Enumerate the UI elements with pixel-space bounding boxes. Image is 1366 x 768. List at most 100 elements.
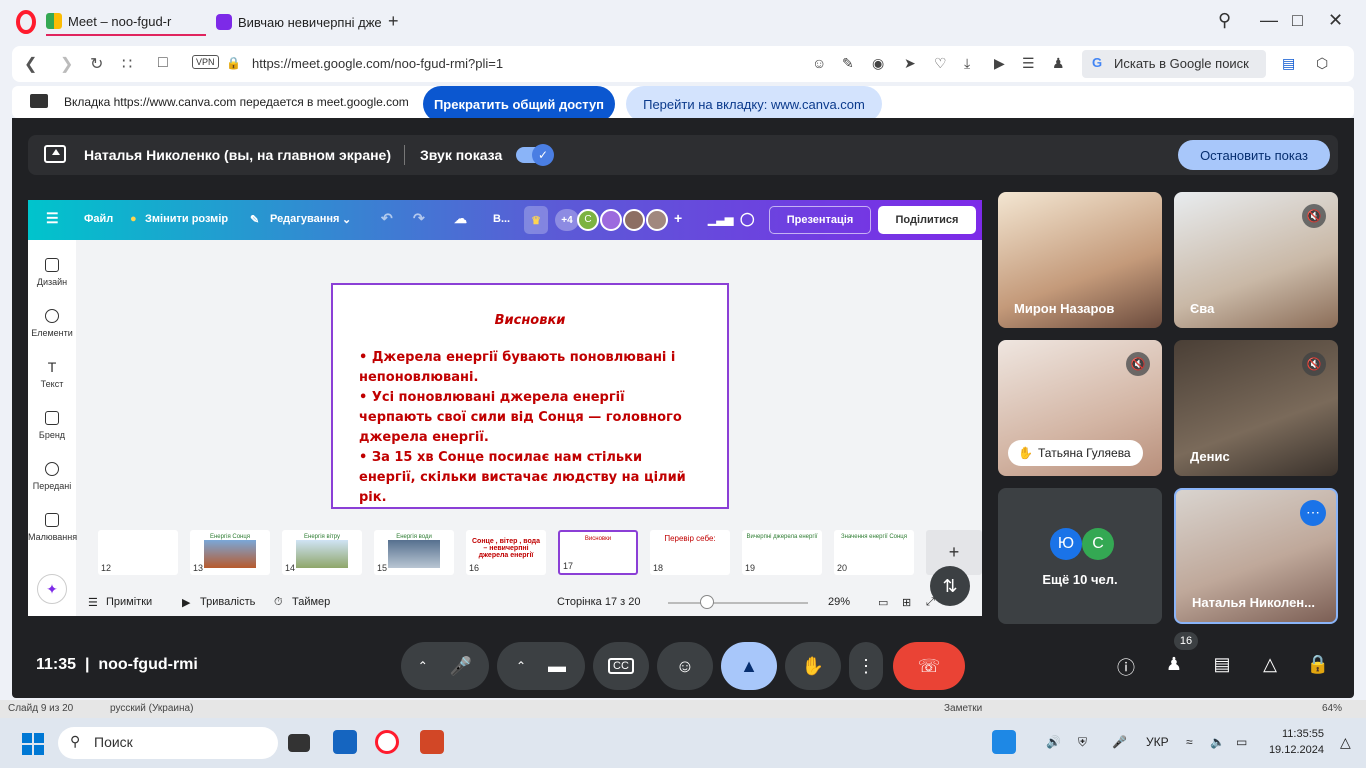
design-title[interactable]: В... [493, 213, 510, 225]
page-view-icon[interactable]: ▭ [878, 596, 888, 609]
present-button[interactable]: Презентація [769, 206, 871, 234]
magic-sparkle-icon[interactable]: ✦ [37, 574, 67, 604]
leave-call-button[interactable]: ☏ [893, 642, 965, 690]
grid-view-icon[interactable]: ⊞ [902, 596, 911, 609]
vpn-badge[interactable]: VPN [192, 55, 219, 69]
more-options-icon[interactable]: ⋯ [1300, 500, 1326, 526]
tab-meet[interactable]: Meet – noo-fgud-r [46, 8, 206, 36]
heart-icon[interactable]: ♡ [934, 55, 947, 72]
tabs-grid-icon[interactable]: ∷ [122, 54, 132, 74]
lock-icon[interactable]: 🔒 [226, 56, 241, 70]
slide-thumbnail[interactable]: Енергія Сонця 13 [190, 530, 270, 575]
profile-icon[interactable]: ♟ [1052, 55, 1065, 72]
menu-icon[interactable]: ☰ [46, 210, 59, 227]
notes-icon[interactable]: ☰ [88, 596, 98, 609]
minimize-icon[interactable]: — [1260, 10, 1278, 31]
participant-tile[interactable]: Мирон Назаров [998, 192, 1162, 328]
camera-control[interactable]: ⌃ ▬ [497, 642, 585, 690]
comment-icon[interactable]: ◯ [740, 211, 755, 227]
cloud-icon[interactable]: ☁ [454, 211, 467, 227]
keyboard-language[interactable]: УКР [1146, 735, 1169, 749]
present-now-button[interactable]: ▲ [721, 642, 777, 690]
file-menu[interactable]: Файл [84, 213, 113, 225]
duration-button[interactable]: Тривалість [200, 596, 255, 608]
edit-menu[interactable]: Редагування [270, 213, 339, 225]
info-icon[interactable]: ⓘ [1114, 654, 1138, 678]
microphone-tray-icon[interactable]: 🎤 [1112, 735, 1127, 749]
opera-taskbar-icon[interactable] [375, 730, 399, 754]
timer-button[interactable]: Таймер [292, 596, 330, 608]
timer-icon[interactable]: ⏱ [274, 596, 283, 609]
new-tab-icon[interactable]: + [388, 11, 399, 32]
back-icon[interactable]: ❮ [24, 54, 37, 74]
analytics-icon[interactable]: ▁▃▅ [708, 213, 733, 226]
speaker-icon[interactable]: 🔈 [1210, 735, 1225, 749]
stop-presenting-button[interactable]: Остановить показ [1178, 140, 1330, 170]
slide-thumbnail-active[interactable]: Висновки 17 [558, 530, 638, 575]
zoom-level[interactable]: 29% [828, 596, 850, 608]
settings-icon[interactable]: ☰ [1022, 55, 1035, 72]
go-to-tab-button[interactable]: Перейти на вкладку: www.canva.com [626, 86, 882, 122]
sidebar-item-elements[interactable]: Елементи [28, 309, 76, 338]
add-collaborator-icon[interactable]: + [674, 210, 682, 226]
player-icon[interactable]: ▶ [994, 55, 1005, 72]
tab-canva[interactable]: Вивчаю невичерпні дже [216, 8, 386, 36]
system-clock[interactable]: 11:35:55 19.12.2024 [1266, 726, 1324, 758]
stop-sharing-button[interactable]: Прекратить общий доступ [423, 86, 615, 122]
collaborators-count[interactable]: +4 [555, 209, 579, 231]
powerpoint-icon[interactable] [420, 730, 444, 754]
collaborator-avatar[interactable] [600, 209, 622, 231]
slide-thumbnail[interactable]: Сонце , вітер , вода – невичерпні джерел… [466, 530, 546, 575]
zoom-slider-track[interactable] [668, 602, 808, 604]
sidebar-item-brand[interactable]: Бренд [28, 411, 76, 440]
sidebar-item-design[interactable]: Дизайн [28, 258, 76, 287]
battery-icon[interactable]: ▭ [1236, 735, 1247, 749]
edit-icon[interactable]: ✎ [842, 55, 854, 72]
download-icon[interactable]: ⤓ [964, 55, 970, 72]
sidebar-item-draw[interactable]: Малювання [28, 513, 77, 542]
redo-icon[interactable]: ↷ [413, 210, 425, 227]
search-tabs-icon[interactable]: ⚲ [1218, 10, 1231, 31]
store-icon[interactable] [333, 730, 357, 754]
slide-thumbnail[interactable]: 12 [98, 530, 178, 575]
send-icon[interactable]: ➤ [904, 55, 916, 72]
collaborator-avatar[interactable] [623, 209, 645, 231]
chevron-down-icon[interactable]: ⌄ [342, 213, 351, 226]
url-field[interactable]: https://meet.google.com/noo-fgud-rmi?pli… [252, 56, 503, 71]
forward-icon[interactable]: ❯ [60, 54, 73, 74]
notifications-icon[interactable]: △ [1340, 734, 1351, 751]
maximize-icon[interactable]: □ [1292, 10, 1303, 31]
chevron-up-icon[interactable]: ⌃ [418, 659, 428, 673]
windows-start-icon[interactable] [22, 733, 44, 755]
camera-icon[interactable]: □ [158, 54, 168, 72]
swap-layout-icon[interactable]: ⇅ [930, 566, 970, 606]
more-options-button[interactable]: ⋮ [849, 642, 883, 690]
mic-control[interactable]: ⌃ 🎤 [401, 642, 489, 690]
zoom-slider-handle[interactable] [700, 595, 714, 609]
widget-icon[interactable] [992, 730, 1016, 754]
activities-icon[interactable]: △ [1258, 654, 1282, 678]
host-controls-icon[interactable]: 🔒 [1306, 654, 1330, 678]
close-window-icon[interactable]: ✕ [1328, 10, 1343, 31]
duration-icon[interactable]: ▶ [182, 596, 190, 609]
opera-logo-icon[interactable] [14, 10, 38, 34]
notes-button[interactable]: Примітки [106, 596, 152, 608]
slide-thumbnail[interactable]: Значення енергії Сонця 20 [834, 530, 914, 575]
extensions-icon[interactable]: ⬡ [1316, 55, 1328, 72]
task-view-icon[interactable] [288, 734, 310, 752]
collaborator-avatar[interactable]: С [577, 209, 599, 231]
self-tile[interactable]: ⋯ Наталья Николен... [1174, 488, 1338, 624]
participant-tile[interactable]: 🔇 Єва [1174, 192, 1338, 328]
collaborator-avatar[interactable] [646, 209, 668, 231]
emoji-icon[interactable]: ☺ [812, 55, 826, 71]
share-sound-toggle[interactable]: ✓ [516, 144, 554, 166]
sidebar-icon[interactable]: ▤ [1282, 55, 1295, 72]
sidebar-item-text[interactable]: T Текст [28, 360, 76, 389]
volume-alert-icon[interactable]: 🔊 [1046, 735, 1061, 749]
premium-crown-icon[interactable]: ♛ [524, 206, 548, 234]
resize-menu[interactable]: Змінити розмір [145, 213, 228, 225]
more-participants-tile[interactable]: Ю С Ещё 10 чел. [998, 488, 1162, 624]
share-button[interactable]: Поділитися [878, 206, 976, 234]
slide-thumbnail[interactable]: Вичерпні джерела енергії 19 [742, 530, 822, 575]
google-search-box[interactable]: G Искать в Google поиск [1082, 50, 1266, 78]
